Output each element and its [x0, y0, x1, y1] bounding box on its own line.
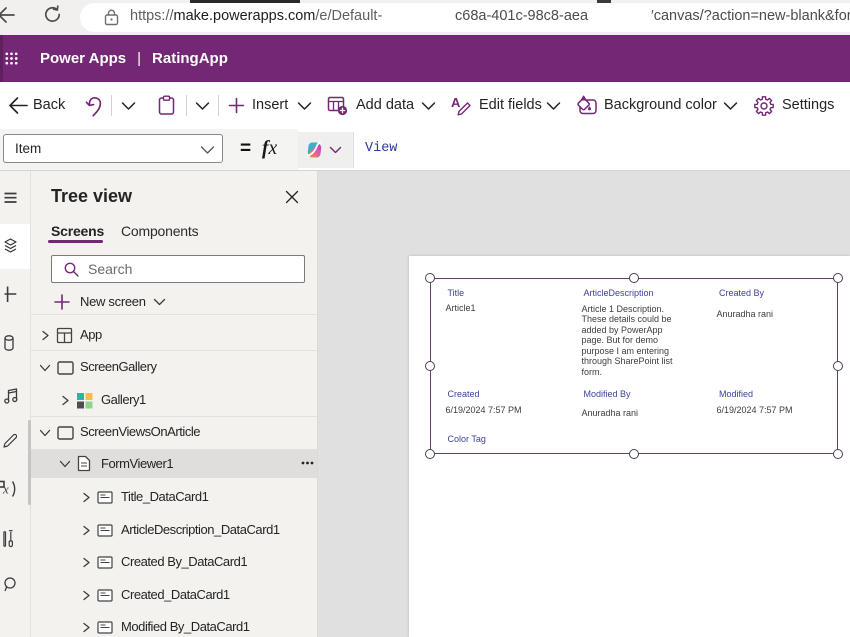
svg-text:A: A: [451, 95, 461, 110]
svg-text:x: x: [2, 482, 9, 497]
